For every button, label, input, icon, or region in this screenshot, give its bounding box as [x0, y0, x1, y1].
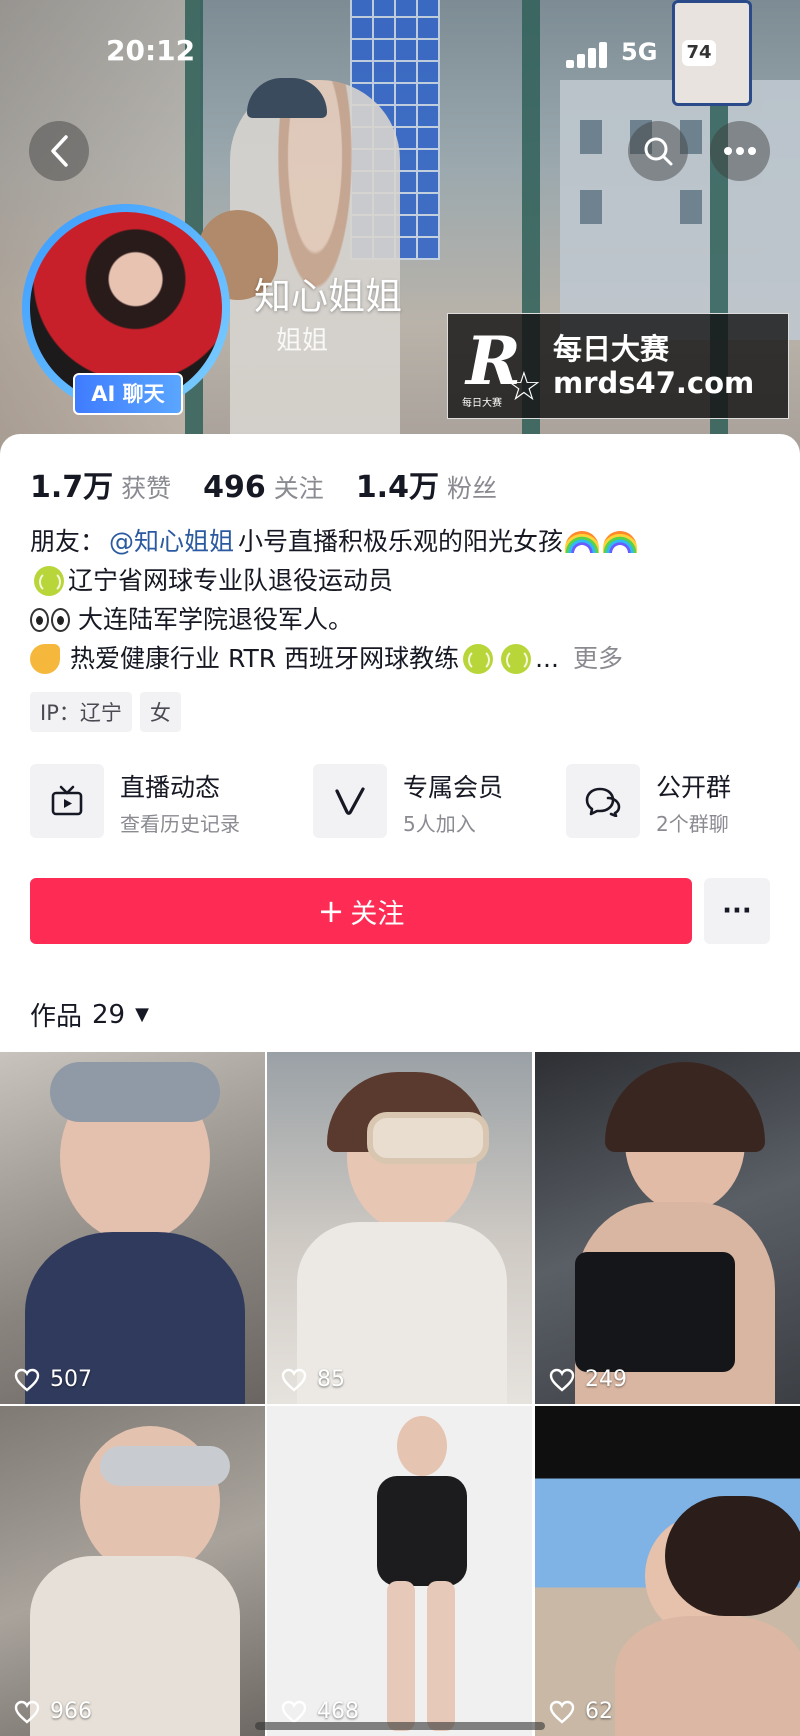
- more-options-button[interactable]: [710, 121, 770, 181]
- v-icon: [335, 787, 365, 815]
- video-grid: 507 85 249 966 468 62: [0, 1052, 800, 1736]
- network-type: 5G: [621, 38, 658, 66]
- feature-live-history[interactable]: 直播动态 查看历史记录: [30, 764, 280, 840]
- like-count: 966: [14, 1699, 92, 1724]
- header-background-building: [560, 80, 800, 340]
- watermark-title: 每日大赛: [553, 332, 670, 366]
- heart-icon: [14, 1368, 40, 1392]
- profile-features: 直播动态 查看历史记录 专属会员 5人加入 公开群 2个群聊: [30, 764, 770, 840]
- works-label: 作品: [30, 1002, 83, 1032]
- profile-header: 20:12 5G 74 AI 聊天 知心姐姐 姐姐 R ☆ 每日大赛 每日大赛: [0, 0, 800, 460]
- battery-icon: 74: [682, 40, 716, 66]
- tennis-ball-icon: [34, 565, 64, 596]
- caret-down-icon: ▼: [135, 1004, 149, 1025]
- like-count: 507: [14, 1367, 92, 1392]
- follow-button[interactable]: + 关注: [30, 878, 692, 944]
- profile-tags: IP：辽宁 女: [30, 692, 189, 732]
- chat-icon: [585, 787, 621, 817]
- gender-tag: 女: [139, 692, 181, 732]
- heart-icon: [549, 1368, 575, 1392]
- chevron-left-icon: [51, 135, 68, 167]
- search-button[interactable]: [628, 121, 688, 181]
- status-time: 20:12: [106, 34, 196, 67]
- bio-line: 朋友： @知心姐姐 小号直播积极乐观的阳光女孩: [30, 522, 770, 561]
- works-count: 29: [92, 999, 126, 1030]
- plus-icon: +: [317, 892, 345, 930]
- video-thumbnail[interactable]: 249: [535, 1052, 800, 1404]
- video-thumbnail[interactable]: 507: [0, 1052, 265, 1404]
- like-count: 468: [281, 1699, 359, 1724]
- star-icon: ☆: [506, 364, 542, 410]
- bio-more-link[interactable]: 更多: [573, 639, 623, 678]
- profile-stats: 1.7万 获赞 496 关注 1.4万 粉丝: [30, 462, 529, 506]
- feature-public-group[interactable]: 公开群 2个群聊: [566, 764, 766, 840]
- watermark-url: mrds47.com: [553, 366, 755, 400]
- stat-followers[interactable]: 1.4万 粉丝: [356, 462, 497, 506]
- bio-line: 大连陆军学院退役军人。: [30, 600, 770, 639]
- heart-icon: [14, 1700, 40, 1724]
- stat-likes[interactable]: 1.7万 获赞: [30, 462, 171, 506]
- eyes-icon: [30, 607, 72, 632]
- heart-icon: [549, 1700, 575, 1724]
- profile-card: 1.7万 获赞 496 关注 1.4万 粉丝 朋友： @知心姐姐 小号直播积极乐…: [0, 434, 800, 1050]
- mention-link[interactable]: @知心姐姐: [109, 522, 234, 561]
- profile-name: 知心姐姐: [254, 275, 402, 318]
- ellipsis-icon: [724, 147, 756, 155]
- tennis-ball-icon: [463, 643, 494, 674]
- works-tab[interactable]: 作品 29 ▼: [30, 996, 149, 1033]
- rainbow-icon: [603, 530, 638, 553]
- video-thumbnail[interactable]: 62: [535, 1406, 800, 1736]
- back-button[interactable]: [29, 121, 89, 181]
- profile-subname: 姐姐: [276, 326, 329, 356]
- stat-following[interactable]: 496 关注: [203, 469, 324, 505]
- like-count: 85: [281, 1367, 345, 1392]
- watermark-logo: R ☆ 每日大赛: [462, 322, 542, 410]
- like-count: 62: [549, 1699, 613, 1724]
- heart-icon: [281, 1368, 307, 1392]
- like-count: 249: [549, 1367, 627, 1392]
- flexed-biceps-icon: [30, 643, 60, 674]
- video-thumbnail[interactable]: 966: [0, 1406, 265, 1736]
- home-indicator[interactable]: [255, 1722, 545, 1730]
- ip-location-tag: IP：辽宁: [30, 692, 132, 732]
- bio-line: 热爱健康行业 RTR 西班牙网球教练 ... 更多: [30, 639, 770, 678]
- follow-more-button[interactable]: ···: [704, 878, 770, 944]
- tennis-ball-icon: [501, 643, 532, 674]
- search-icon: [644, 137, 673, 166]
- follow-label: 关注: [350, 898, 405, 930]
- video-thumbnail[interactable]: 85: [267, 1052, 532, 1404]
- rainbow-icon: [565, 530, 600, 553]
- profile-bio: 朋友： @知心姐姐 小号直播积极乐观的阳光女孩 辽宁省网球专业队退役运动员 大连…: [30, 522, 770, 678]
- bio-line: 辽宁省网球专业队退役运动员: [30, 561, 770, 600]
- signal-icon: [566, 40, 610, 68]
- heart-icon: [281, 1700, 307, 1724]
- feature-membership[interactable]: 专属会员 5人加入: [313, 764, 533, 840]
- ai-chat-badge[interactable]: AI 聊天: [73, 373, 183, 415]
- tv-icon: [51, 785, 83, 816]
- watermark-banner: R ☆ 每日大赛 每日大赛 mrds47.com: [447, 313, 789, 419]
- video-thumbnail[interactable]: 468: [267, 1406, 532, 1736]
